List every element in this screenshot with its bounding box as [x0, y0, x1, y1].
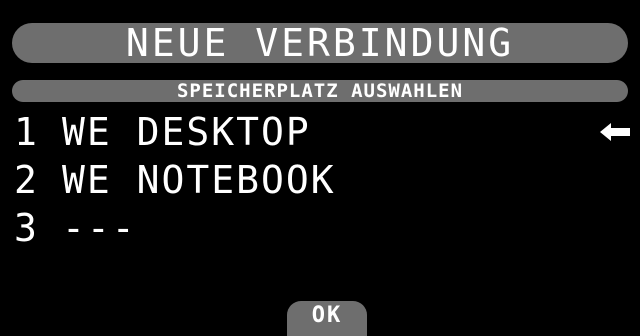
slot-number: 2 — [14, 158, 37, 202]
device-screen: NEUE VERBINDUNG SPEICHERPLATZ AUSWAHLEN … — [0, 0, 640, 336]
ok-button-label: OK — [311, 303, 343, 328]
page-title: NEUE VERBINDUNG — [125, 21, 515, 65]
slot-number: 3 — [14, 206, 37, 250]
slot-item-3[interactable]: 3 --- — [14, 206, 137, 250]
slot-label: --- — [62, 206, 137, 250]
slot-item-1[interactable]: 1 WE DESKTOP — [14, 110, 311, 154]
slot-item-2[interactable]: 2 WE NOTEBOOK — [14, 158, 336, 202]
ok-button[interactable]: OK — [287, 301, 367, 336]
title-bar: NEUE VERBINDUNG — [12, 23, 628, 63]
page-subtitle: SPEICHERPLATZ AUSWAHLEN — [176, 80, 464, 102]
subtitle-bar: SPEICHERPLATZ AUSWAHLEN — [12, 80, 628, 102]
left-arrow-icon — [600, 123, 630, 141]
slot-label: WE DESKTOP — [62, 110, 311, 154]
slot-label: WE NOTEBOOK — [62, 158, 336, 202]
slot-number: 1 — [14, 110, 37, 154]
